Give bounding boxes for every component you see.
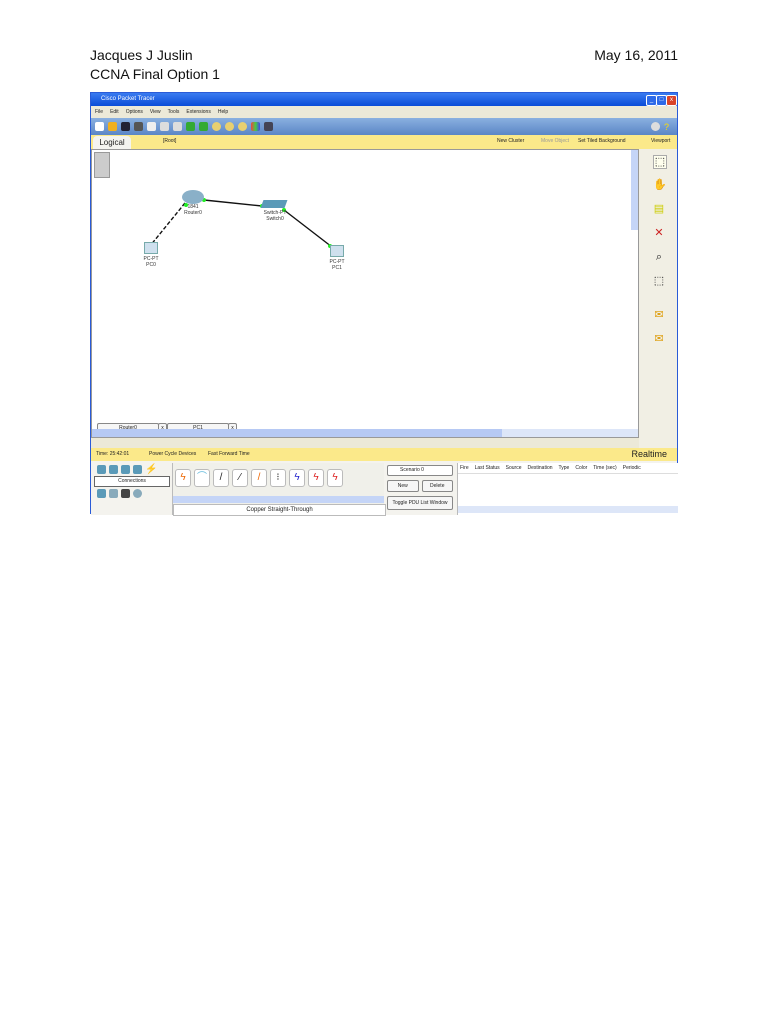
pdu-scrollbar[interactable]	[458, 506, 678, 513]
wizard-icon[interactable]	[147, 122, 156, 131]
serial-dte-icon[interactable]: ϟ	[327, 469, 343, 487]
doc-author: Jacques J Juslin	[90, 47, 193, 63]
auto-connection-icon[interactable]: ϟ	[175, 469, 191, 487]
doc-date: May 16, 2011	[594, 47, 678, 63]
pc0-label: PC-PT PC0	[143, 256, 159, 268]
note-icon[interactable]: ▤	[653, 203, 665, 215]
time-display: Time: 25:42:01	[96, 451, 130, 457]
set-tiled-background-button[interactable]: Set Tiled Background	[578, 138, 626, 144]
pdu-list-table: Fire Last Status Source Destination Type…	[457, 463, 678, 515]
copy-icon[interactable]	[160, 122, 169, 131]
zoom-in-icon[interactable]	[212, 122, 221, 131]
hand-icon[interactable]: ✋	[653, 179, 667, 191]
wan-emulation-icon[interactable]	[109, 489, 118, 498]
workspace-bar: Logical [Root] New Cluster Move Object S…	[91, 135, 677, 150]
table-header: Fire Last Status Source Destination Type…	[458, 463, 678, 474]
delete-icon[interactable]: ✕	[653, 227, 665, 239]
category-label: Connections	[94, 476, 170, 487]
palette-icon[interactable]	[251, 122, 260, 131]
end-devices-icon[interactable]	[97, 489, 106, 498]
new-cluster-button[interactable]: New Cluster	[497, 138, 524, 144]
pc1-icon[interactable]	[330, 245, 344, 257]
bottom-panel: ⚡ Connections ϟ ⌒ / ⁄ / ⁝ ϟ ϟ ϟ Copper S…	[91, 461, 678, 516]
open-icon[interactable]	[108, 122, 117, 131]
complex-pdu-icon[interactable]: ✉	[653, 333, 665, 345]
resize-icon[interactable]: ⬚	[653, 275, 665, 287]
new-scenario-button[interactable]: New	[387, 480, 419, 492]
vertical-scrollbar[interactable]	[631, 150, 638, 230]
menu-edit[interactable]: Edit	[110, 106, 119, 118]
pc0-icon[interactable]	[144, 242, 158, 254]
types-scrollbar[interactable]	[173, 496, 384, 503]
save-icon[interactable]	[121, 122, 130, 131]
copper-cross-icon[interactable]: ⁄	[232, 469, 248, 487]
horizontal-scrollbar[interactable]	[92, 429, 638, 437]
menu-extensions[interactable]: Extensions	[186, 106, 210, 118]
paste-icon[interactable]	[173, 122, 182, 131]
connection-types: ϟ ⌒ / ⁄ / ⁝ ϟ ϟ ϟ Copper Straight-Throug…	[172, 463, 386, 516]
power-cycle-button[interactable]: Power Cycle Devices	[149, 448, 196, 461]
zoom-reset-icon[interactable]	[225, 122, 234, 131]
tool-panel: ⬚ ✋ ▤ ✕ ⌕ ⬚ ✉ ✉	[639, 149, 677, 449]
connections-icon[interactable]: ⚡	[145, 465, 157, 475]
fast-forward-button[interactable]: Fast Forward Time	[208, 448, 250, 461]
wireless-icon[interactable]	[133, 465, 142, 474]
menu-options[interactable]: Options	[126, 106, 143, 118]
toolbar: ?	[91, 118, 677, 135]
path-root[interactable]: [Root]	[163, 138, 176, 144]
menu-file[interactable]: File	[95, 106, 103, 118]
custom-devices-icon[interactable]	[121, 489, 130, 498]
links	[149, 198, 333, 248]
menu-view[interactable]: View	[150, 106, 161, 118]
link-router0-switch0	[203, 199, 263, 207]
pc1-label: PC-PT PC1	[329, 259, 345, 271]
redo-icon[interactable]	[199, 122, 208, 131]
select-icon[interactable]: ⬚	[653, 155, 667, 169]
scenario-panel: Scenario 0 New Delete Toggle PDU List Wi…	[387, 465, 453, 510]
copper-straight-icon[interactable]: /	[213, 469, 229, 487]
move-object-button[interactable]: Move Object	[541, 138, 569, 144]
info-icon[interactable]	[651, 122, 660, 131]
toggle-pdu-list-button[interactable]: Toggle PDU List Window	[387, 496, 453, 510]
serial-dce-icon[interactable]: ϟ	[308, 469, 324, 487]
switch-icon[interactable]	[260, 200, 288, 208]
logical-canvas[interactable]: 1841 Router0 Switch-PT Switch0 PC-PT PC0 PC…	[91, 149, 639, 438]
router0-label: 1841 Router0	[184, 204, 202, 216]
hubs-icon[interactable]	[121, 465, 130, 474]
selected-cable-label: Copper Straight-Through	[173, 504, 386, 516]
viewport-button[interactable]: Viewport	[651, 138, 670, 144]
undo-icon[interactable]	[186, 122, 195, 131]
title-bar: Cisco Packet Tracer	[91, 93, 677, 106]
router-icon[interactable]	[182, 190, 204, 204]
coaxial-icon[interactable]: ϟ	[289, 469, 305, 487]
help-icon[interactable]: ?	[664, 122, 673, 132]
menu-bar: File Edit Options View Tools Extensions …	[91, 106, 681, 118]
delete-scenario-button[interactable]: Delete	[421, 480, 453, 492]
doc-subtitle: CCNA Final Option 1	[90, 66, 220, 82]
logical-tab[interactable]: Logical	[93, 136, 131, 149]
multiuser-icon[interactable]	[133, 489, 142, 498]
realtime-tab[interactable]: Realtime	[631, 448, 667, 461]
fiber-icon[interactable]: /	[251, 469, 267, 487]
routers-icon[interactable]	[97, 465, 106, 474]
console-cable-icon[interactable]: ⌒	[194, 469, 210, 487]
menu-help[interactable]: Help	[218, 106, 228, 118]
simple-pdu-icon[interactable]: ✉	[653, 309, 665, 321]
device-categories: ⚡	[97, 465, 157, 475]
switch0-label: Switch-PT Switch0	[263, 210, 287, 222]
close-button[interactable]: x	[666, 95, 677, 106]
custom-device-icon[interactable]	[264, 122, 273, 131]
phone-cable-icon[interactable]: ⁝	[270, 469, 286, 487]
inspect-icon[interactable]: ⌕	[653, 251, 665, 263]
print-icon[interactable]	[134, 122, 143, 131]
menu-tools[interactable]: Tools	[168, 106, 180, 118]
new-icon[interactable]	[95, 122, 104, 131]
status-bar: Time: 25:42:01 Power Cycle Devices Fast …	[91, 448, 677, 461]
scenario-select[interactable]: Scenario 0	[387, 465, 453, 476]
packet-tracer-window: Cisco Packet Tracer _ □ x File Edit Opti…	[90, 92, 681, 516]
switches-icon[interactable]	[109, 465, 118, 474]
zoom-out-icon[interactable]	[238, 122, 247, 131]
